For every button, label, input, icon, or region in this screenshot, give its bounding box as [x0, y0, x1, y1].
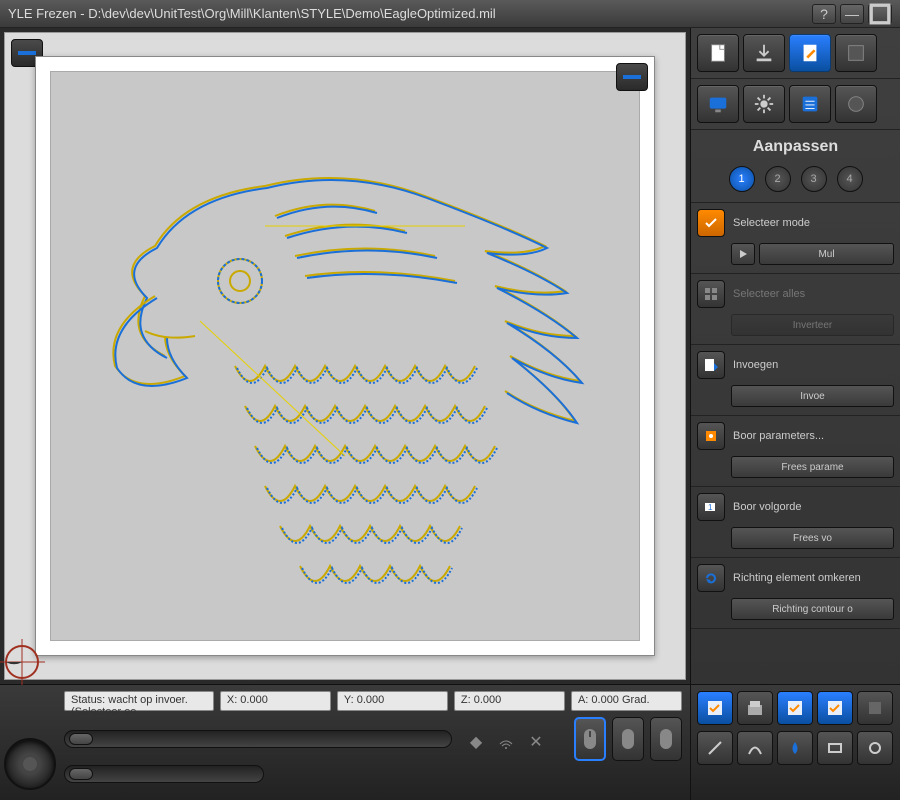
reverse-direction-icon[interactable]: [697, 564, 725, 592]
step-2[interactable]: 2: [765, 166, 791, 192]
layer-toggle-5[interactable]: [857, 691, 893, 725]
insert-icon[interactable]: [697, 351, 725, 379]
status-text: Status: wacht op invoer. (Selecteer ee: [64, 691, 214, 711]
origin-marker-icon: [0, 639, 45, 685]
bottom-right-tools: [690, 685, 900, 800]
mill-params-button[interactable]: Frees parame: [731, 456, 894, 478]
select-mode-group: Selecteer mode Mul: [691, 203, 900, 274]
list-button[interactable]: [789, 85, 831, 123]
insert-button[interactable]: Invoe: [731, 385, 894, 407]
coord-a: A: 0.000 Grad.: [571, 691, 682, 711]
toolbar-row-2: [691, 79, 900, 130]
layer-toggle-3[interactable]: [777, 691, 813, 725]
direction-group: Richting element omkeren Richting contou…: [691, 558, 900, 629]
select-mode-button[interactable]: Mul: [759, 243, 894, 265]
canvas-frame: [35, 56, 655, 656]
wifi-icon[interactable]: [496, 732, 516, 752]
mouse-mode-1[interactable]: [574, 717, 606, 761]
drill-order-group: 1 Boor volgorde Frees vo: [691, 487, 900, 558]
insert-group: Invoegen Invoe: [691, 345, 900, 416]
settings-gear-button[interactable]: [743, 85, 785, 123]
side-panel: Aanpassen 1 2 3 4 Selecteer mode Mul Sel…: [690, 28, 900, 684]
window-title: YLE Frezen - D:\dev\dev\UnitTest\Org\Mil…: [8, 6, 808, 21]
drill-order-icon[interactable]: 1: [697, 493, 725, 521]
coord-x: X: 0.000: [220, 691, 331, 711]
panel-toggle-right[interactable]: [616, 63, 648, 91]
drill-params-icon[interactable]: [697, 422, 725, 450]
mouse-mode-group: [574, 717, 682, 761]
draw-arc-button[interactable]: [737, 731, 773, 765]
design-viewport[interactable]: [50, 71, 640, 641]
step-4[interactable]: 4: [837, 166, 863, 192]
layer-toggle-1[interactable]: [697, 691, 733, 725]
mill-order-button[interactable]: Frees vo: [731, 527, 894, 549]
draw-rect-button[interactable]: [817, 731, 853, 765]
status-row: Status: wacht op invoer. (Selecteer ee X…: [64, 691, 682, 711]
select-mode-label: Selecteer mode: [733, 217, 810, 229]
diamond-icon[interactable]: ◆: [466, 732, 486, 752]
toolbar-row-1: [691, 28, 900, 79]
draw-drop-button[interactable]: [777, 731, 813, 765]
svg-text:1: 1: [708, 503, 713, 512]
panel-section-title: Aanpassen: [691, 130, 900, 160]
grid-icon[interactable]: [697, 280, 725, 308]
canvas-area[interactable]: [4, 32, 686, 680]
play-button[interactable]: [731, 243, 755, 265]
minimize-button[interactable]: —: [840, 4, 864, 24]
download-button[interactable]: [743, 34, 785, 72]
eagle-toolpath-drawing: [65, 96, 625, 616]
drill-params-group: Boor parameters... Frees parame: [691, 416, 900, 487]
layer-toggle-4[interactable]: [817, 691, 853, 725]
draw-tool-5[interactable]: [857, 731, 893, 765]
mouse-mode-2[interactable]: [612, 717, 644, 761]
step-3[interactable]: 3: [801, 166, 827, 192]
feed-slider[interactable]: [64, 730, 452, 748]
insert-label: Invoegen: [733, 359, 778, 371]
maximize-button[interactable]: [868, 4, 892, 24]
drill-order-label: Boor volgorde: [733, 501, 802, 513]
tool-button-8[interactable]: [835, 85, 877, 123]
draw-line-button[interactable]: [697, 731, 733, 765]
select-all-group: Selecteer alles Inverteer: [691, 274, 900, 345]
new-file-button[interactable]: [697, 34, 739, 72]
titlebar: YLE Frezen - D:\dev\dev\UnitTest\Org\Mil…: [0, 0, 900, 28]
display-button[interactable]: [697, 85, 739, 123]
tool-button-4[interactable]: [835, 34, 877, 72]
step-1[interactable]: 1: [729, 166, 755, 192]
speed-slider[interactable]: [64, 765, 264, 783]
bottom-bar: Status: wacht op invoer. (Selecteer ee X…: [0, 684, 900, 800]
drill-params-label: Boor parameters...: [733, 430, 824, 442]
wizard-steps: 1 2 3 4: [691, 160, 900, 203]
help-button[interactable]: ?: [812, 4, 836, 24]
coord-y: Y: 0.000: [337, 691, 448, 711]
coord-z: Z: 0.000: [454, 691, 565, 711]
invert-selection-button[interactable]: Inverteer: [731, 314, 894, 336]
contour-direction-button[interactable]: Richting contour o: [731, 598, 894, 620]
checkbox-icon[interactable]: [697, 209, 725, 237]
edit-document-button[interactable]: [789, 34, 831, 72]
cross-icon[interactable]: ✕: [526, 732, 546, 752]
layer-toggle-2[interactable]: [737, 691, 773, 725]
mouse-mode-3[interactable]: [650, 717, 682, 761]
select-all-label: Selecteer alles: [733, 288, 805, 300]
direction-label: Richting element omkeren: [733, 572, 861, 584]
